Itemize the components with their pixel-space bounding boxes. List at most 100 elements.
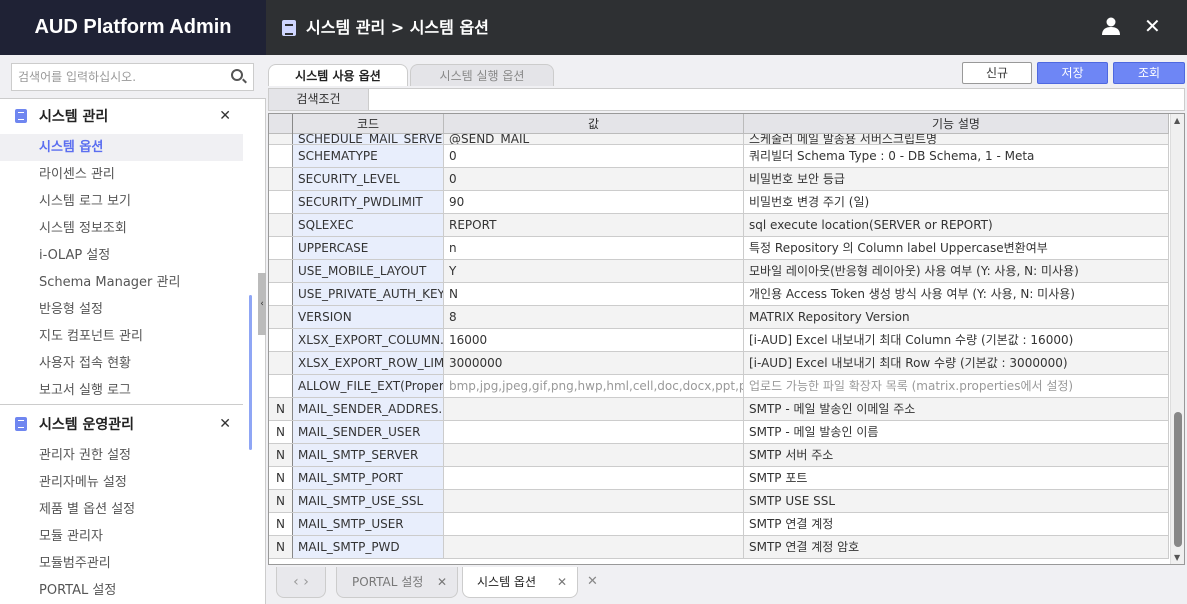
sidebar-item[interactable]: 사용자 접속 현황 <box>0 350 243 377</box>
sidebar-scrollbar[interactable] <box>249 295 252 450</box>
cell-code[interactable]: USE_MOBILE_LAYOUT <box>293 260 444 282</box>
cell-description[interactable]: SMTP 연결 계정 암호 <box>744 536 1169 558</box>
cell-description[interactable]: SMTP 포트 <box>744 467 1169 489</box>
tab-system-use-options[interactable]: 시스템 사용 옵션 <box>268 64 408 86</box>
table-row[interactable]: N MAIL_SMTP_USER SMTP 연결 계정 <box>269 513 1169 536</box>
cell-code[interactable]: MAIL_SMTP_USER <box>293 513 444 535</box>
cell-description[interactable]: [i-AUD] Excel 내보내기 최대 Row 수량 (기본값 : 3000… <box>744 352 1169 374</box>
table-row[interactable]: N MAIL_SENDER_ADDRES... SMTP - 메일 발송인 이메… <box>269 398 1169 421</box>
sidebar-item[interactable]: 반응형 설정 <box>0 296 243 323</box>
cell-code[interactable]: MAIL_SENDER_ADDRES... <box>293 398 444 420</box>
sidebar-item[interactable]: 보고서 실행 로그 <box>0 377 243 404</box>
cell-description[interactable]: SMTP 연결 계정 <box>744 513 1169 535</box>
cell-value[interactable]: n <box>444 237 744 259</box>
table-row[interactable]: N MAIL_SMTP_PORT SMTP 포트 <box>269 467 1169 490</box>
header-value[interactable]: 값 <box>444 114 744 134</box>
sidebar-item[interactable]: 모듈범주관리 <box>0 550 243 577</box>
cell-code[interactable]: USE_PRIVATE_AUTH_KEY <box>293 283 444 305</box>
collapse-group-icon[interactable]: ✕ <box>219 416 231 432</box>
table-row[interactable]: N MAIL_SMTP_SERVER SMTP 서버 주소 <box>269 444 1169 467</box>
cell-value[interactable] <box>444 513 744 535</box>
cell-value[interactable] <box>444 536 744 558</box>
table-row[interactable]: SQLEXEC REPORT sql execute location(SERV… <box>269 214 1169 237</box>
cell-code[interactable]: VERSION <box>293 306 444 328</box>
user-icon[interactable] <box>1102 17 1120 35</box>
sidebar-item[interactable]: 라이센스 관리 <box>0 161 243 188</box>
cell-value[interactable] <box>444 467 744 489</box>
table-row[interactable]: VERSION 8 MATRIX Repository Version <box>269 306 1169 329</box>
sidebar-item[interactable]: 시스템 옵션 <box>0 134 243 161</box>
sidebar-item[interactable]: 관리자 권한 설정 <box>0 442 243 469</box>
sidebar-item[interactable]: PORTAL 설정 <box>0 577 243 604</box>
cell-description[interactable]: 스케줄러 메일 발송용 서버스크립트명 <box>744 134 1169 144</box>
cell-code[interactable]: MAIL_SMTP_USE_SSL <box>293 490 444 512</box>
table-row[interactable]: USE_MOBILE_LAYOUT Y 모바일 레이아웃(반응형 레이아웃) 사… <box>269 260 1169 283</box>
cell-value[interactable] <box>444 444 744 466</box>
new-button[interactable]: 신규 <box>962 62 1032 84</box>
search-icon[interactable] <box>231 69 243 81</box>
cell-description[interactable]: 업로드 가능한 파일 확장자 목록 (matrix.properties에서 설… <box>744 375 1169 397</box>
cell-code[interactable]: SECURITY_LEVEL <box>293 168 444 190</box>
cell-code[interactable]: MAIL_SENDER_USER <box>293 421 444 443</box>
cell-code[interactable]: MAIL_SMTP_PORT <box>293 467 444 489</box>
header-code[interactable]: 코드 <box>293 114 444 134</box>
cell-description[interactable]: SMTP USE SSL <box>744 490 1169 512</box>
cell-code[interactable]: SECURITY_PWDLIMIT <box>293 191 444 213</box>
cell-value[interactable] <box>444 421 744 443</box>
cell-code[interactable]: MAIL_SMTP_PWD <box>293 536 444 558</box>
cell-description[interactable]: 특정 Repository 의 Column label Uppercase변환… <box>744 237 1169 259</box>
sidebar-item[interactable]: Schema Manager 관리 <box>0 269 243 296</box>
menu-search-input[interactable]: 검색어를 입력하십시오. <box>11 63 254 91</box>
cell-value[interactable]: 3000000 <box>444 352 744 374</box>
cell-value[interactable]: Y <box>444 260 744 282</box>
cell-value[interactable]: 90 <box>444 191 744 213</box>
cell-value[interactable]: 16000 <box>444 329 744 351</box>
cell-code[interactable]: SQLEXEC <box>293 214 444 236</box>
table-row[interactable]: SCHEMATYPE 0 쿼리빌더 Schema Type : 0 - DB S… <box>269 145 1169 168</box>
close-tab-icon[interactable]: ✕ <box>557 567 567 597</box>
sidebar-item[interactable]: 모듈 관리자 <box>0 523 243 550</box>
close-tab-icon[interactable]: ✕ <box>437 567 447 597</box>
cell-code[interactable]: MAIL_SMTP_SERVER <box>293 444 444 466</box>
cell-code[interactable]: ALLOW_FILE_EXT(Propert... <box>293 375 444 397</box>
cell-description[interactable]: SMTP 서버 주소 <box>744 444 1169 466</box>
sidebar-group[interactable]: 시스템 운영관리 ✕ <box>0 409 243 439</box>
cell-value[interactable] <box>444 490 744 512</box>
cell-value[interactable] <box>444 398 744 420</box>
table-row[interactable]: SCHEDULE_MAIL_SERVE... @SEND_MAIL 스케줄러 메… <box>269 134 1169 145</box>
sidebar-item[interactable]: 시스템 정보조회 <box>0 215 243 242</box>
sidebar-item[interactable]: 관리자메뉴 설정 <box>0 469 243 496</box>
sidebar-group[interactable]: 시스템 관리 ✕ <box>0 101 243 131</box>
cell-value[interactable]: 0 <box>444 168 744 190</box>
bottom-tab-portal[interactable]: PORTAL 설정 ✕ <box>336 567 458 598</box>
collapse-sidebar-button[interactable]: ‹ <box>258 273 266 335</box>
cell-description[interactable]: 비밀번호 변경 주기 (일) <box>744 191 1169 213</box>
table-row[interactable]: SECURITY_LEVEL 0 비밀번호 보안 등급 <box>269 168 1169 191</box>
scroll-up-icon[interactable]: ▲ <box>1174 116 1180 125</box>
table-row[interactable]: N MAIL_SMTP_USE_SSL SMTP USE SSL <box>269 490 1169 513</box>
table-row[interactable]: SECURITY_PWDLIMIT 90 비밀번호 변경 주기 (일) <box>269 191 1169 214</box>
scroll-thumb[interactable] <box>1174 412 1182 547</box>
cell-code[interactable]: SCHEDULE_MAIL_SERVE... <box>293 134 444 144</box>
save-button[interactable]: 저장 <box>1037 62 1108 84</box>
cell-description[interactable]: SMTP - 메일 발송인 이름 <box>744 421 1169 443</box>
table-row[interactable]: N MAIL_SMTP_PWD SMTP 연결 계정 암호 <box>269 536 1169 559</box>
cell-value[interactable]: N <box>444 283 744 305</box>
cell-code[interactable]: SCHEMATYPE <box>293 145 444 167</box>
cell-description[interactable]: 모바일 레이아웃(반응형 레이아웃) 사용 여부 (Y: 사용, N: 미사용) <box>744 260 1169 282</box>
cell-code[interactable]: XLSX_EXPORT_COLUMN... <box>293 329 444 351</box>
sidebar-item[interactable]: i-OLAP 설정 <box>0 242 243 269</box>
table-row[interactable]: USE_PRIVATE_AUTH_KEY N 개인용 Access Token … <box>269 283 1169 306</box>
table-row[interactable]: ALLOW_FILE_EXT(Propert... bmp,jpg,jpeg,g… <box>269 375 1169 398</box>
cell-code[interactable]: XLSX_EXPORT_ROW_LIMIT <box>293 352 444 374</box>
bottom-tab-system-options[interactable]: 시스템 옵션 ✕ <box>462 567 578 598</box>
grid-scrollbar[interactable]: ▲ ▼ <box>1170 114 1184 564</box>
table-row[interactable]: XLSX_EXPORT_COLUMN... 16000 [i-AUD] Exce… <box>269 329 1169 352</box>
cell-description[interactable]: MATRIX Repository Version <box>744 306 1169 328</box>
tab-nav-arrows[interactable]: ‹ › <box>276 567 326 598</box>
table-row[interactable]: N MAIL_SENDER_USER SMTP - 메일 발송인 이름 <box>269 421 1169 444</box>
cell-description[interactable]: SMTP - 메일 발송인 이메일 주소 <box>744 398 1169 420</box>
close-icon[interactable]: ✕ <box>1144 14 1161 38</box>
table-row[interactable]: UPPERCASE n 특정 Repository 의 Column label… <box>269 237 1169 260</box>
cell-value[interactable]: 0 <box>444 145 744 167</box>
